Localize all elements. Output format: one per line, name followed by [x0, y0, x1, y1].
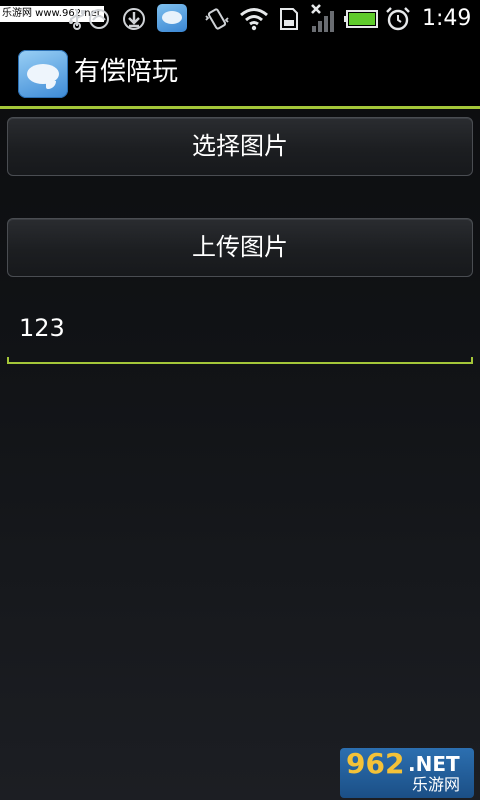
app-logo-icon	[18, 50, 68, 98]
status-clock: 1:49	[422, 6, 472, 31]
wifi-icon	[240, 8, 268, 31]
text-input-field[interactable]: 123	[7, 300, 473, 364]
battery-icon	[344, 10, 378, 28]
alarm-icon	[386, 7, 410, 31]
status-bar: 乐游网 www.962.net 1:49	[0, 0, 480, 38]
watermark-site: 乐游网	[412, 775, 461, 794]
title-bar: 有偿陪玩	[0, 38, 480, 106]
app-notification-icon	[157, 4, 187, 32]
watermark-number: 962	[346, 747, 405, 780]
input-underline-left-tick	[7, 357, 9, 364]
vibrate-icon	[205, 8, 229, 30]
select-image-button[interactable]: 选择图片	[7, 117, 473, 176]
headset-icon	[89, 9, 109, 29]
watermark-logo: 962 .NET 乐游网	[340, 748, 474, 798]
no-signal-icon	[311, 4, 334, 32]
sd-card-icon	[280, 8, 298, 30]
text-input-value: 123	[19, 314, 65, 342]
input-underline-right-tick	[471, 357, 473, 364]
upload-image-button[interactable]: 上传图片	[7, 218, 473, 277]
watermark-suffix: .NET	[408, 752, 460, 776]
download-icon	[123, 8, 145, 30]
page-title: 有偿陪玩	[74, 57, 179, 87]
title-divider	[0, 106, 480, 109]
input-underline	[7, 362, 473, 364]
